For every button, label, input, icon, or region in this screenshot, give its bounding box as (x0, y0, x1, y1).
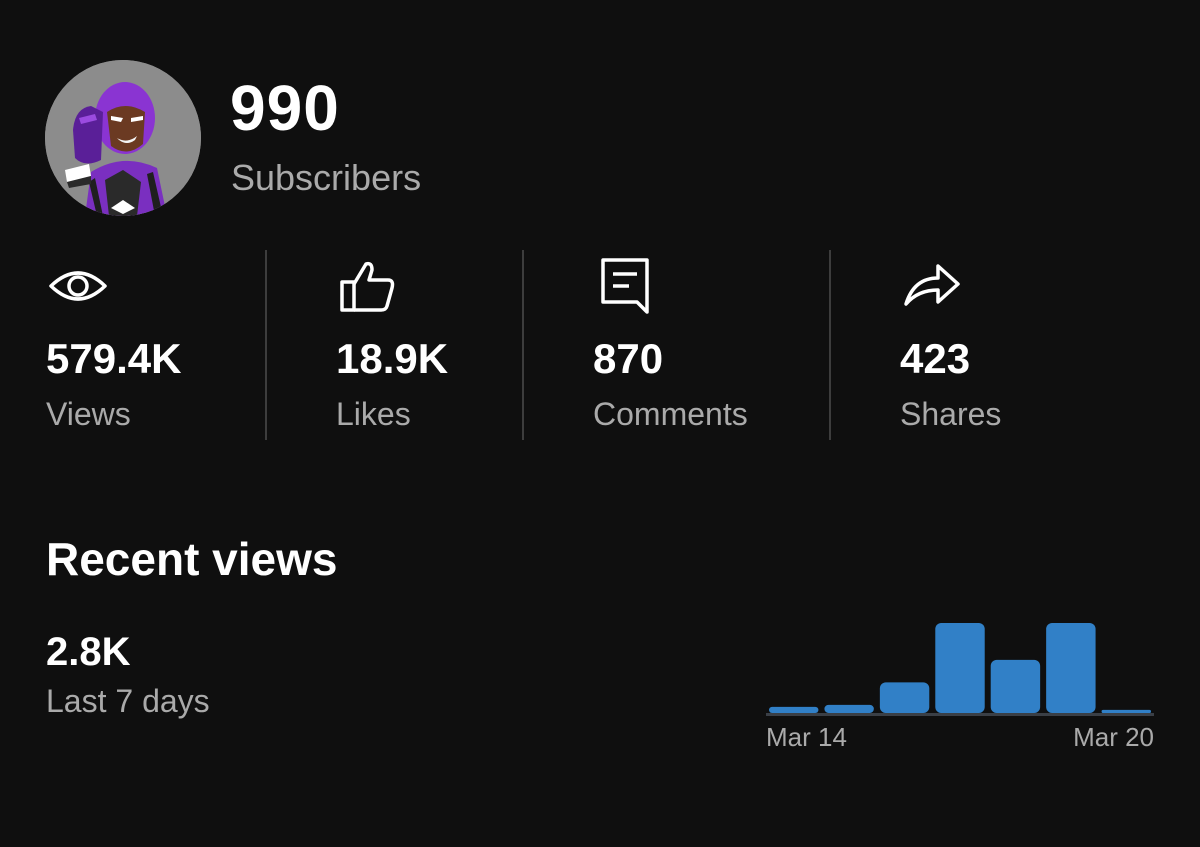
chart-bar-mar-14[interactable] (769, 706, 819, 713)
stat-comments-label: Comments (593, 396, 748, 432)
stat-shares-value: 423 (900, 335, 971, 382)
stat-shares-label: Shares (900, 396, 1002, 432)
recent-views-chart[interactable]: Mar 14 Mar 20 (760, 610, 1160, 760)
comment-icon (593, 256, 657, 320)
chart-bar-mar-15[interactable] (824, 704, 874, 713)
stat-likes-value: 18.9K (336, 335, 449, 382)
share-icon (900, 262, 964, 326)
chart-bar-mar-17[interactable] (935, 623, 985, 713)
chart-bar-mar-16[interactable] (879, 682, 930, 713)
chart-bar-mar-18[interactable] (990, 659, 1041, 713)
channel-avatar[interactable] (45, 60, 201, 216)
channel-analytics-page: 990 Subscribers 579.4K Views 18.9K Likes (0, 0, 1200, 847)
recent-views-title: Recent views (46, 533, 338, 585)
chart-bar-mar-20[interactable] (1101, 709, 1151, 713)
chart-tick-label-start: Mar 14 (766, 722, 847, 752)
eye-icon (46, 262, 110, 326)
recent-views-value: 2.8K (46, 630, 131, 674)
bar-chart-svg: Mar 14 Mar 20 (766, 623, 1154, 752)
stat-divider (265, 250, 267, 440)
chart-bar-mar-19[interactable] (1046, 623, 1096, 713)
stat-views-value: 579.4K (46, 335, 182, 382)
subscriber-label: Subscribers (231, 157, 422, 198)
stat-comments-value: 870 (593, 335, 664, 382)
recent-views-period: Last 7 days (46, 683, 210, 719)
stat-likes-label: Likes (336, 396, 411, 432)
chart-tick-label-end: Mar 20 (1073, 722, 1154, 752)
thumbs-up-icon (336, 258, 400, 322)
stat-views-label: Views (46, 396, 131, 432)
stat-divider (522, 250, 524, 440)
stat-divider (829, 250, 831, 440)
avatar-character-image (45, 60, 201, 216)
subscriber-count: 990 (230, 72, 340, 144)
